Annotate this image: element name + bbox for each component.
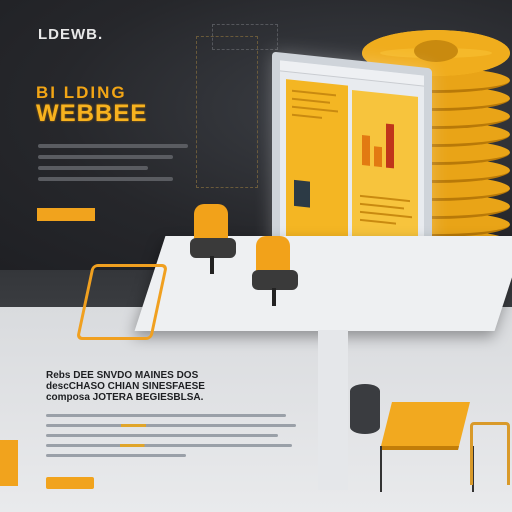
document-page-left bbox=[286, 79, 348, 256]
section-cta-button[interactable] bbox=[46, 477, 94, 489]
side-accent-tab bbox=[0, 440, 18, 486]
crate-icon bbox=[380, 402, 470, 450]
section-title: Rebs DEE SNVDO MAINES DOS descCHASO CHIA… bbox=[46, 370, 205, 403]
office-chair-icon bbox=[250, 236, 302, 306]
hero-headline-line2: WEBBEE bbox=[36, 100, 148, 127]
decorative-dashed-frame bbox=[196, 36, 258, 188]
text-line bbox=[46, 444, 292, 447]
desk-leg bbox=[318, 330, 348, 490]
hero-description-placeholder bbox=[38, 144, 188, 188]
text-line bbox=[38, 177, 173, 181]
text-line bbox=[46, 414, 286, 417]
decorative-dashed-frame bbox=[212, 24, 278, 50]
monitor-screen bbox=[280, 60, 424, 266]
hero-cta-button[interactable] bbox=[37, 208, 95, 221]
text-line bbox=[38, 166, 148, 170]
side-chair-icon bbox=[75, 264, 169, 340]
site-logo[interactable]: LDEWB. bbox=[38, 26, 103, 43]
stool-icon bbox=[350, 384, 380, 434]
text-line bbox=[46, 454, 186, 457]
text-line bbox=[38, 155, 173, 159]
text-line bbox=[46, 424, 296, 427]
text-line bbox=[46, 434, 278, 437]
landing-page: LDEWB. BI LDING WEBBEE Rebs DEE SNVDO MA… bbox=[0, 0, 512, 512]
bar-chair-icon bbox=[470, 422, 510, 485]
office-chair-icon bbox=[188, 204, 240, 274]
section-body-placeholder bbox=[46, 414, 296, 464]
hero-headline: BI LDING WEBBEE bbox=[36, 84, 186, 126]
table-legs bbox=[380, 446, 474, 492]
text-line bbox=[38, 144, 188, 148]
